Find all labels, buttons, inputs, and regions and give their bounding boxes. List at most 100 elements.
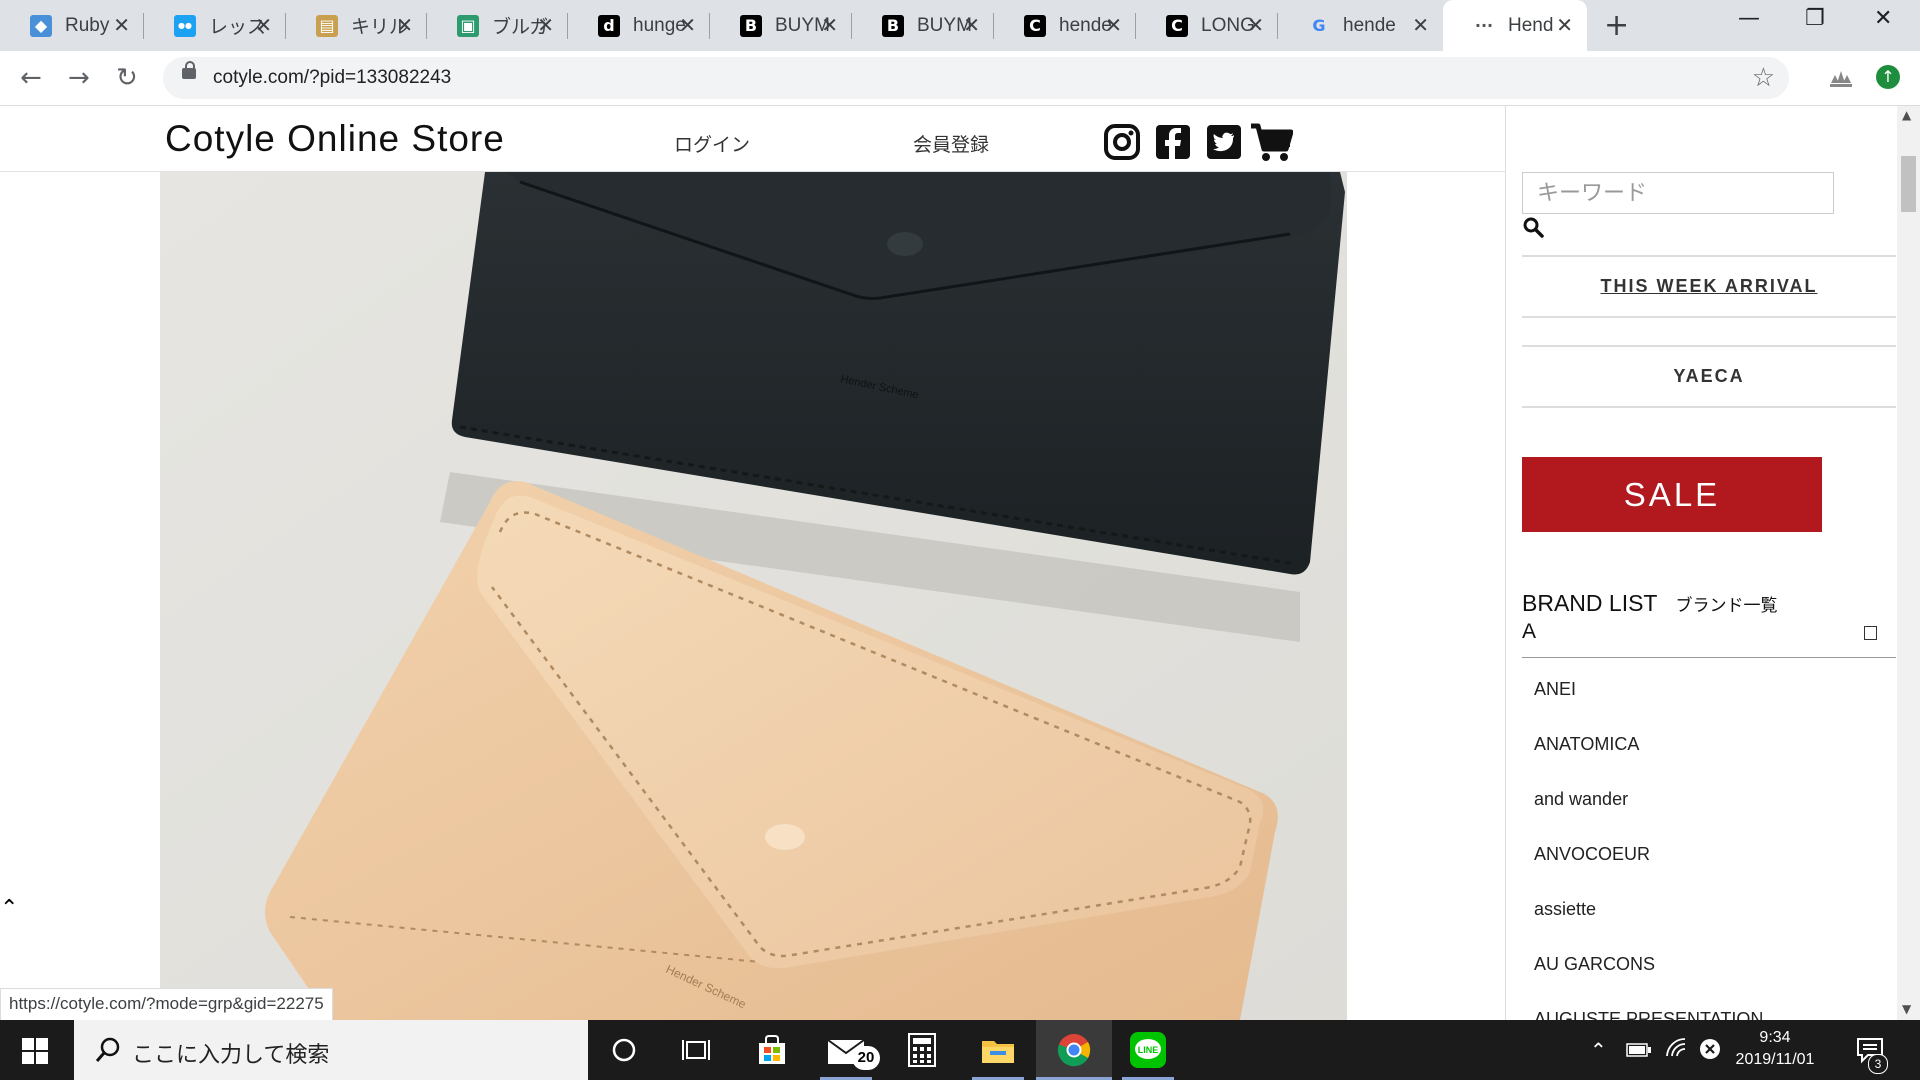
browser-tab[interactable]: B BUYM ✕ [710,0,852,51]
brand-list-heading: BRAND LIST ブランド一覧 [1522,590,1777,617]
browser-tab[interactable]: d hunge ✕ [568,0,710,51]
search-icon[interactable] [1522,216,1544,238]
tab-close-icon[interactable]: ✕ [113,13,130,37]
browser-tab[interactable]: ▤キリル文✕ [286,0,427,51]
site-header: Cotyle Online Store ログイン 会員登録 [0,106,1505,172]
chrome-icon[interactable] [1054,1030,1094,1070]
tab-close-icon[interactable]: ✕ [821,13,838,37]
tab-close-icon[interactable]: ✕ [679,13,696,37]
page-scrollbar[interactable]: ▲ ▼ [1897,106,1920,1020]
volume-muted-icon[interactable] [1698,1037,1722,1061]
back-to-top-icon[interactable]: ⌃ [0,896,18,921]
clock-time: 9:34 [1759,1029,1791,1046]
brand-toggle-icon[interactable] [1864,626,1877,640]
minimize-button[interactable]: — [1738,6,1760,31]
brand-link[interactable]: ANATOMICA [1534,734,1639,755]
divider [1522,316,1896,318]
show-hidden-icons-icon[interactable]: ⌃ [1590,1038,1607,1062]
browser-toolbar: ← → ↻ cotyle.com/?pid=133082243 ☆ ↑ [0,51,1920,106]
browser-tab[interactable]: ◆ Ruby ✕ [0,0,144,51]
instagram-icon[interactable] [1104,124,1140,160]
browser-tab[interactable]: ●●レッスン✕ [144,0,286,51]
scrollbar-thumb[interactable] [1901,156,1916,212]
brand-letter-a: A [1522,620,1537,643]
forward-button[interactable]: → [68,63,90,93]
c-letter-icon: C [1024,14,1046,37]
restore-button[interactable]: ❐ [1805,6,1825,31]
divider [1522,406,1896,408]
sidebar: キーワード THIS WEEK ARRIVAL YAECA SALE BRAND… [1505,106,1906,1020]
divider [1522,657,1896,658]
c-letter-icon: C [1166,14,1188,37]
google-icon: G [1312,16,1326,35]
lock-icon [182,61,196,79]
cortana-icon[interactable] [604,1030,644,1070]
tab-close-icon[interactable]: ✕ [1105,13,1122,37]
browser-tab[interactable]: ▣ ブルガ ✕ [427,0,568,51]
divider [1522,345,1896,347]
brand-link[interactable]: AUGUSTE PRESENTATION [1534,1009,1763,1020]
bookmark-star-icon[interactable]: ☆ [1752,63,1775,93]
clock[interactable]: 9:34 2019/11/01 [1720,1027,1830,1071]
notification-count-badge: 3 [1868,1054,1888,1074]
tab-strip: ◆Ruby✕●●レッスン✕▤キリル文✕▣ブルガ✕dhunge✕BBUYM✕BBU… [0,0,1920,51]
update-extension-icon[interactable]: ↑ [1876,65,1900,89]
browser-tab[interactable]: ··· Hend ✕ [1443,0,1587,51]
gem-icon: ◆ [30,14,52,37]
reload-button[interactable]: ↻ [116,63,138,93]
mail-unread-badge: 20 [852,1046,880,1070]
this-week-arrival-link[interactable]: THIS WEEK ARRIVAL [1522,276,1896,297]
scroll-up-arrow-icon[interactable]: ▲ [1902,108,1911,122]
windows-start-icon[interactable] [22,1038,48,1064]
back-button[interactable]: ← [20,63,42,93]
close-window-button[interactable]: ✕ [1874,6,1892,31]
sale-banner[interactable]: SALE [1522,457,1822,532]
browser-tab[interactable]: B BUYM ✕ [852,0,994,51]
browser-tab[interactable]: Ghende ✕ [1278,0,1443,51]
svg-text:LINE: LINE [1138,1045,1159,1055]
facebook-icon[interactable] [1155,124,1191,160]
speech-icon: ●● [174,14,196,37]
twitter-icon[interactable] [1206,124,1242,160]
windows-taskbar: ここに入力して検索 LINE ⌃ 9:34 2019/11/01 3 [0,1020,1920,1080]
file-explorer-icon[interactable] [978,1030,1018,1070]
battery-icon[interactable] [1626,1042,1652,1058]
wifi-icon[interactable] [1664,1036,1688,1060]
tab-close-icon[interactable]: ✕ [1412,13,1429,37]
register-link[interactable]: 会員登録 [913,130,989,157]
tab-close-icon[interactable]: ✕ [537,13,554,37]
store-title[interactable]: Cotyle Online Store [165,118,505,160]
browser-tab[interactable]: Chende ✕ [994,0,1136,51]
browser-tab[interactable]: C LONG ✕ [1136,0,1278,51]
keyword-search-input[interactable]: キーワード [1522,172,1834,214]
brand-link[interactable]: assiette [1534,899,1596,920]
brand-link[interactable]: and wander [1534,789,1628,810]
tab-close-icon[interactable]: ✕ [396,13,413,37]
tab-close-icon[interactable]: ✕ [1556,13,1573,37]
brand-link[interactable]: ANVOCOEUR [1534,844,1650,865]
taskbar-search-box[interactable]: ここに入力して検索 [74,1020,588,1080]
clock-date: 2019/11/01 [1735,1051,1815,1068]
calculator-icon[interactable] [902,1030,942,1070]
cart-icon[interactable] [1249,122,1293,162]
brand-link[interactable]: ANEI [1534,679,1576,700]
tab-close-icon[interactable]: ✕ [255,13,272,37]
store-icon[interactable] [752,1030,792,1070]
line-app-icon[interactable]: LINE [1128,1030,1168,1070]
web-page: Cotyle Online Store ログイン 会員登録 Hender Sch… [0,106,1920,1020]
book-icon: ▤ [316,14,338,37]
scroll-down-arrow-icon[interactable]: ▼ [1902,1002,1911,1016]
tab-close-icon[interactable]: ✕ [1247,13,1264,37]
tab-close-icon[interactable]: ✕ [963,13,980,37]
task-view-icon[interactable] [676,1030,716,1070]
wallet-image: Hender Scheme Hender Scheme [160,172,1347,1020]
status-bar-url: https://cotyle.com/?mode=grp&gid=22275 [0,988,333,1020]
new-tab-button[interactable]: + [1604,8,1629,43]
adidas-extension-icon[interactable] [1826,61,1856,91]
login-link[interactable]: ログイン [674,130,750,157]
b-letter-icon: B [882,14,904,37]
brand-link[interactable]: AU GARCONS [1534,954,1655,975]
yaeca-link[interactable]: YAECA [1522,366,1896,387]
address-bar[interactable]: cotyle.com/?pid=133082243 ☆ [163,57,1789,99]
dots-icon: ··· [1474,16,1494,35]
